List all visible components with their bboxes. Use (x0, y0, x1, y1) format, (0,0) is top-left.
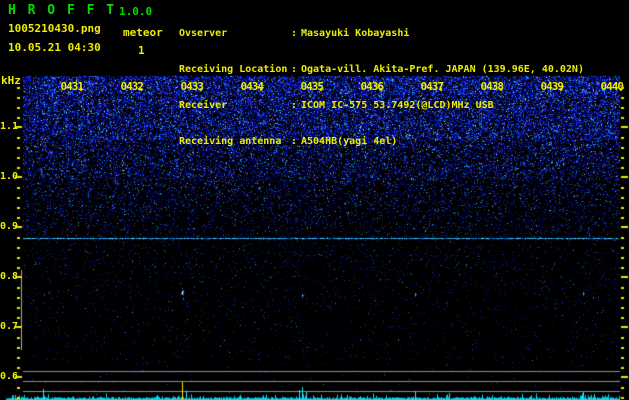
time-tick-label: 0435 (300, 80, 325, 93)
freq-tick-label: 1.0 (0, 171, 19, 182)
observer-value: Masayuki Kobayashi (301, 28, 410, 39)
observer-label: Receiving antenna (179, 136, 282, 147)
freq-tick-label: 0.9 (0, 221, 19, 232)
app-version: 1.0.0 (119, 5, 153, 18)
time-tick-label: 0440 (600, 80, 625, 93)
freq-tick-label: 0.6 (0, 371, 19, 382)
observer-row: Receiving Location : Ogata-vill. Akita-P… (179, 64, 584, 75)
mode-label: meteor (123, 26, 163, 39)
app-title: H R O F F T (8, 3, 117, 18)
time-tick-label: 0432 (120, 80, 145, 93)
observer-value: ICOM IC-575 53.7492(@LCD)MHz USB (301, 100, 494, 111)
observer-row: Ovserver : Masayuki Kobayashi (179, 28, 410, 39)
date-time: 10.05.21 04:30 (8, 41, 101, 54)
time-tick-label: 0439 (540, 80, 565, 93)
observer-label: Ovserver (179, 28, 228, 39)
time-tick-label: 0437 (420, 80, 445, 93)
y-axis-unit-label: kHz (1, 74, 21, 87)
observer-value: A504HB(yagi 4el) (301, 136, 398, 147)
observer-label: Receiving Location (179, 64, 288, 75)
hrofft-screen: H R O F F T 1.0.0 1005210430.png meteor … (0, 0, 629, 400)
meteor-count: 1 (138, 44, 145, 57)
output-filename: 1005210430.png (8, 22, 101, 35)
time-tick-label: 0436 (360, 80, 385, 93)
time-tick-label: 0438 (480, 80, 505, 93)
observer-label: Receiver (179, 100, 228, 111)
observer-row: Receiver : ICOM IC-575 53.7492(@LCD)MHz … (179, 100, 494, 111)
freq-tick-label: 1.1 (0, 121, 19, 132)
freq-tick-label: 0.8 (0, 271, 19, 282)
time-tick-label: 0431 (60, 80, 85, 93)
time-tick-label: 0434 (240, 80, 265, 93)
observer-row: Receiving antenna : A504HB(yagi 4el) (179, 136, 398, 147)
observer-value: Ogata-vill. Akita-Pref. JAPAN (139.96E, … (301, 64, 584, 75)
freq-tick-label: 0.7 (0, 321, 19, 332)
time-tick-label: 0433 (180, 80, 205, 93)
